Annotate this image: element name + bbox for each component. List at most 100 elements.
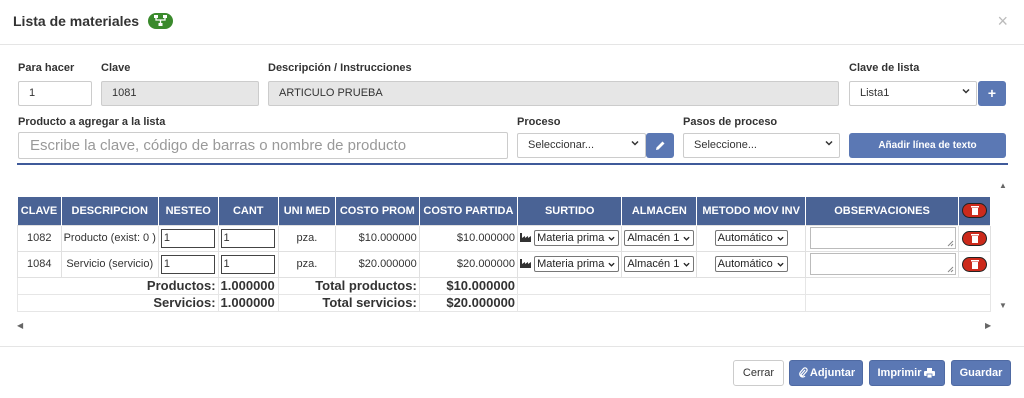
servicios-label: Servicios:	[17, 293, 219, 312]
imprimir-label: Imprimir	[877, 367, 922, 379]
col-cant[interactable]: CANT	[218, 197, 279, 225]
chevron-down-icon	[962, 88, 970, 94]
col-nesteo[interactable]: NESTEO	[158, 197, 219, 225]
scroll-right-icon[interactable]: ▶	[985, 321, 991, 330]
cell-delete	[958, 224, 991, 252]
cell-metodo: Automático	[696, 250, 807, 278]
surtido-select[interactable]: Materia prima	[534, 256, 620, 272]
section-divider	[17, 163, 1008, 165]
servicios-value: 1.000000	[217, 293, 279, 312]
cell-costo-prom: $20.000000	[334, 250, 420, 278]
cell-descripcion: Servicio (servicio)	[60, 250, 159, 278]
scroll-left-icon[interactable]: ◀	[17, 321, 23, 330]
footer-divider	[0, 346, 1024, 347]
cant-input[interactable]: 1	[220, 254, 275, 274]
imprimir-button[interactable]: Imprimir	[869, 360, 945, 386]
nesteo-input[interactable]: 1	[160, 228, 215, 248]
table-header-row: CLAVE DESCRIPCION NESTEO CANT UNI MED CO…	[17, 197, 991, 225]
surtido-value: Materia prima	[537, 258, 605, 270]
descripcion-label: Descripción / Instrucciones	[268, 62, 412, 74]
factory-icon	[520, 233, 532, 242]
col-surtido[interactable]: SURTIDO	[517, 197, 623, 225]
cell-almacen: Almacén 1	[621, 250, 698, 278]
edit-proceso-button[interactable]	[646, 133, 674, 158]
nesteo-input[interactable]: 1	[160, 254, 215, 274]
producto-label: Producto a agregar a la lista	[18, 116, 166, 128]
resize-grip-icon[interactable]	[947, 266, 954, 273]
scroll-up-icon[interactable]: ▲	[999, 181, 1007, 190]
chevron-down-icon	[777, 262, 784, 267]
table-row: 1082 Producto (exist: 0 ) 1 1 pza. $10.0…	[17, 224, 991, 252]
col-almacen[interactable]: ALMACEN	[621, 197, 698, 225]
metodo-value: Automático	[717, 258, 773, 270]
total-productos-value: $10.000000	[418, 276, 519, 295]
adjuntar-button[interactable]: Adjuntar	[789, 360, 863, 386]
chevron-down-icon	[608, 262, 615, 267]
total-servicios-value: $20.000000	[418, 293, 519, 312]
metodo-select[interactable]: Automático	[714, 230, 788, 246]
trash-icon[interactable]	[962, 256, 987, 272]
cell-delete	[958, 250, 991, 278]
surtido-select[interactable]: Materia prima	[534, 230, 620, 246]
col-clave[interactable]: CLAVE	[17, 197, 62, 225]
guardar-button[interactable]: Guardar	[951, 360, 1011, 386]
surtido-value: Materia prima	[537, 232, 605, 244]
cell-surtido: Materia prima	[517, 250, 623, 278]
trash-icon[interactable]	[962, 230, 987, 246]
add-lista-button[interactable]: +	[978, 81, 1006, 106]
factory-icon	[520, 259, 532, 268]
bom-modal: Lista de materiales × Para hacer 1 Clave…	[0, 0, 1024, 398]
cell-uni-med: pza.	[277, 224, 336, 252]
scroll-down-icon[interactable]: ▼	[999, 301, 1007, 310]
cell-cant: 1	[217, 224, 279, 252]
totals-spacer	[805, 276, 991, 295]
para-hacer-input[interactable]: 1	[18, 81, 92, 106]
pasos-select[interactable]: Seleccione...	[683, 133, 840, 158]
totals-spacer	[805, 293, 991, 312]
observaciones-textarea[interactable]	[810, 253, 957, 275]
observaciones-textarea[interactable]	[810, 227, 957, 249]
cell-clave: 1082	[17, 224, 62, 252]
cell-observaciones	[805, 224, 960, 252]
pencil-icon	[655, 141, 664, 150]
clave-label: Clave	[101, 62, 131, 74]
cerrar-button[interactable]: Cerrar	[733, 360, 784, 386]
chevron-down-icon	[631, 140, 639, 146]
productos-label: Productos:	[17, 276, 219, 295]
descripcion-input: ARTICULO PRUEBA	[268, 81, 839, 106]
resize-grip-icon[interactable]	[947, 240, 954, 247]
trash-icon[interactable]	[962, 203, 987, 219]
almacen-select[interactable]: Almacén 1	[624, 230, 695, 246]
table-row: 1084 Servicio (servicio) 1 1 pza. $20.00…	[17, 250, 991, 278]
col-costo-prom[interactable]: COSTO PROM	[335, 197, 420, 225]
add-text-line-button[interactable]: Añadir línea de texto	[849, 133, 1006, 158]
paperclip-icon	[799, 367, 808, 378]
col-metodo[interactable]: METODO MOV INV	[696, 197, 807, 225]
modal-header: Lista de materiales ×	[0, 0, 1024, 45]
totals-row-productos: Productos: 1.000000 Total productos: $10…	[17, 276, 991, 295]
col-costo-partida[interactable]: COSTO PARTIDA	[419, 197, 519, 225]
modal-title-text: Lista de materiales	[13, 13, 140, 29]
chevron-down-icon	[777, 236, 784, 241]
cell-surtido: Materia prima	[517, 224, 623, 252]
cell-costo-partida: $10.000000	[418, 224, 519, 252]
clave-lista-label: Clave de lista	[849, 62, 920, 74]
metodo-select[interactable]: Automático	[714, 256, 788, 272]
cell-almacen: Almacén 1	[621, 224, 698, 252]
cant-input[interactable]: 1	[220, 228, 275, 248]
chevron-down-icon	[683, 262, 690, 267]
cell-metodo: Automático	[696, 224, 807, 252]
almacen-select[interactable]: Almacén 1	[624, 256, 695, 272]
close-icon[interactable]: ×	[997, 11, 1008, 32]
total-productos-label: Total productos:	[277, 276, 420, 295]
proceso-select[interactable]: Seleccionar...	[517, 133, 646, 158]
cell-clave: 1084	[17, 250, 62, 278]
cell-cant: 1	[217, 250, 279, 278]
col-descripcion[interactable]: DESCRIPCION	[61, 197, 159, 225]
producto-search-input[interactable]: Escribe la clave, código de barras o nom…	[18, 132, 508, 159]
col-uni-med[interactable]: UNI MED	[278, 197, 336, 225]
clave-lista-value: Lista1	[860, 87, 890, 99]
almacen-value: Almacén 1	[627, 232, 680, 244]
clave-lista-select[interactable]: Lista1	[849, 81, 977, 106]
col-observaciones[interactable]: OBSERVACIONES	[805, 197, 960, 225]
